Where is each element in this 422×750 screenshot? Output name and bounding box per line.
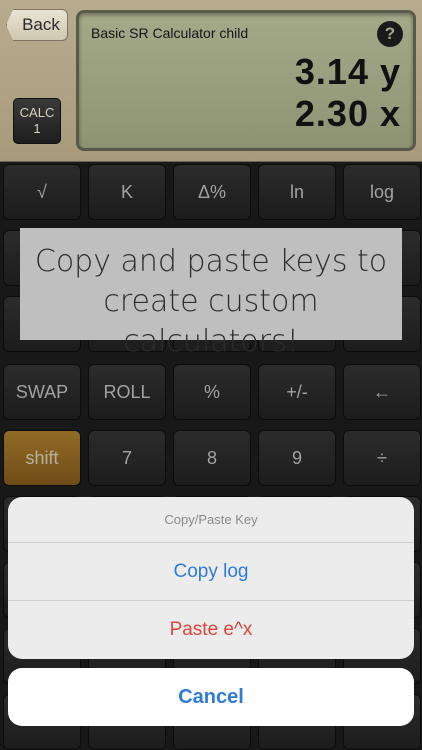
calc-badge-label: CALC — [19, 105, 55, 120]
copy-key-button[interactable]: Copy log — [8, 543, 414, 601]
action-sheet-backdrop[interactable] — [0, 162, 422, 750]
x-register-value: 2.30 x — [294, 93, 401, 134]
top-bar: Back CALC 1 Basic SR Calculator child ? … — [0, 0, 422, 162]
help-icon[interactable]: ? — [377, 21, 403, 47]
y-register-value: 3.14 y — [294, 51, 401, 92]
lcd-display: Basic SR Calculator child ? 3.14 y 2.30 … — [76, 10, 416, 151]
paste-key-button[interactable]: Paste e^x — [8, 601, 414, 659]
back-button[interactable]: Back — [6, 9, 68, 41]
calc-selector-button[interactable]: CALC 1 — [13, 98, 61, 144]
calc-badge-number: 1 — [33, 121, 41, 136]
action-sheet: Copy/Paste Key Copy log Paste e^x — [8, 497, 414, 659]
action-sheet-title: Copy/Paste Key — [8, 497, 414, 543]
calculator-title: Basic SR Calculator child — [91, 25, 249, 41]
cancel-button[interactable]: Cancel — [8, 668, 414, 726]
